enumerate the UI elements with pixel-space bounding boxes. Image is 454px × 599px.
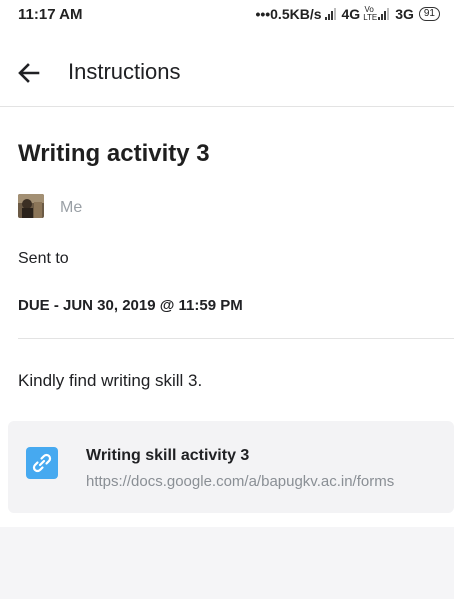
link-icon: [26, 447, 58, 479]
bottom-area: [0, 527, 454, 599]
assignment-title: Writing activity 3: [18, 140, 210, 167]
page-title: Instructions: [68, 59, 181, 84]
arrow-left-icon[interactable]: [16, 60, 42, 86]
status-time: 11:17 AM: [18, 6, 83, 23]
divider: [0, 106, 454, 107]
network-speed: •••0.5KB/s: [255, 6, 322, 22]
network-type-1: 4G: [341, 6, 361, 22]
status-bar: 11:17 AM •••0.5KB/s 4G Vo LTE 3G 91: [0, 0, 454, 30]
network-type-2: 3G: [395, 6, 414, 22]
attachment-card[interactable]: Writing skill activity 3 https://docs.go…: [8, 421, 454, 513]
divider: [18, 338, 454, 339]
avatar: [18, 194, 44, 218]
volte-icon: Vo LTE: [363, 5, 378, 22]
app-bar: Instructions: [0, 42, 454, 104]
attachment-url: https://docs.google.com/a/bapugkv.ac.in/…: [86, 473, 395, 490]
author-name: Me: [60, 199, 83, 216]
assignment-description: Kindly find writing skill 3.: [18, 371, 203, 390]
attachment-title: Writing skill activity 3: [86, 447, 250, 464]
sent-to-label: Sent to: [18, 250, 69, 267]
status-indicators: •••0.5KB/s 4G Vo LTE 3G 91: [255, 6, 440, 22]
battery-icon: 91: [418, 7, 440, 21]
signal-icon-2: [378, 8, 392, 20]
due-date: DUE - JUN 30, 2019 @ 11:59 PM: [18, 297, 243, 314]
signal-icon: [324, 8, 339, 20]
